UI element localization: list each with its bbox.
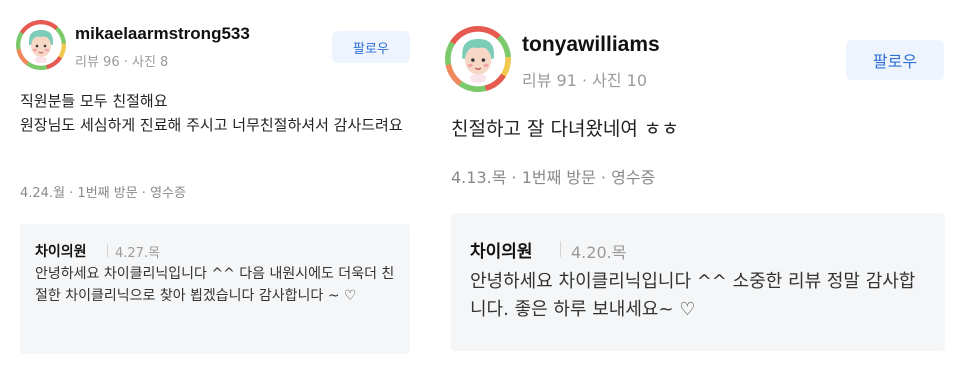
- review-meta: 4.24.월 · 1번째 방문 · 영수증: [20, 186, 186, 201]
- review-body: 친절하고 잘 다녀왔네여 ㅎㅎ: [451, 118, 679, 140]
- review-card: tonyawilliams 리뷰 91 · 사진 10 팔로우 친절하고 잘 다…: [436, 0, 966, 375]
- avatar[interactable]: [16, 20, 66, 70]
- reply-date: 4.27.목: [115, 246, 161, 261]
- reviewer-username[interactable]: mikaelaarmstrong533: [75, 24, 250, 44]
- owner-reply: 차이의원 4.20.목 안녕하세요 차이클리닉입니다 ^^ 소중한 리뷰 정말 …: [451, 213, 945, 351]
- reply-divider: [560, 241, 561, 257]
- character-face-icon: [462, 39, 494, 83]
- reply-divider: [107, 244, 108, 258]
- follow-button[interactable]: 팔로우: [846, 40, 944, 80]
- review-meta: 4.13.목 · 1번째 방문 · 영수증: [451, 168, 656, 187]
- owner-reply: 차이의원 4.27.목 안녕하세요 차이클리닉입니다 ^^ 다음 내원시에도 더…: [20, 224, 410, 354]
- reply-author: 차이의원: [470, 242, 533, 262]
- avatar[interactable]: [445, 26, 511, 92]
- review-body: 직원분들 모두 친절해요 원장님도 세심하게 진료해 주시고 너무친절하셔서 감…: [20, 92, 403, 134]
- character-face-icon: [29, 30, 53, 63]
- reply-text: 안녕하세요 차이클리닉입니다 ^^ 다음 내원시에도 더욱더 친절한 차이클리닉…: [35, 266, 395, 304]
- reply-author: 차이의원: [35, 244, 87, 260]
- follow-button[interactable]: 팔로우: [332, 31, 410, 63]
- reviewer-stats: 리뷰 91 · 사진 10: [522, 71, 648, 90]
- reply-text: 안녕하세요 차이클리닉입니다 ^^ 소중한 리뷰 정말 감사합니다. 좋은 하루…: [470, 271, 916, 320]
- reviewer-username[interactable]: tonyawilliams: [522, 33, 660, 57]
- reply-date: 4.20.목: [571, 243, 627, 262]
- reviewer-stats: 리뷰 96 · 사진 8: [75, 55, 169, 70]
- review-card: mikaelaarmstrong533 리뷰 96 · 사진 8 팔로우 직원분…: [0, 0, 430, 375]
